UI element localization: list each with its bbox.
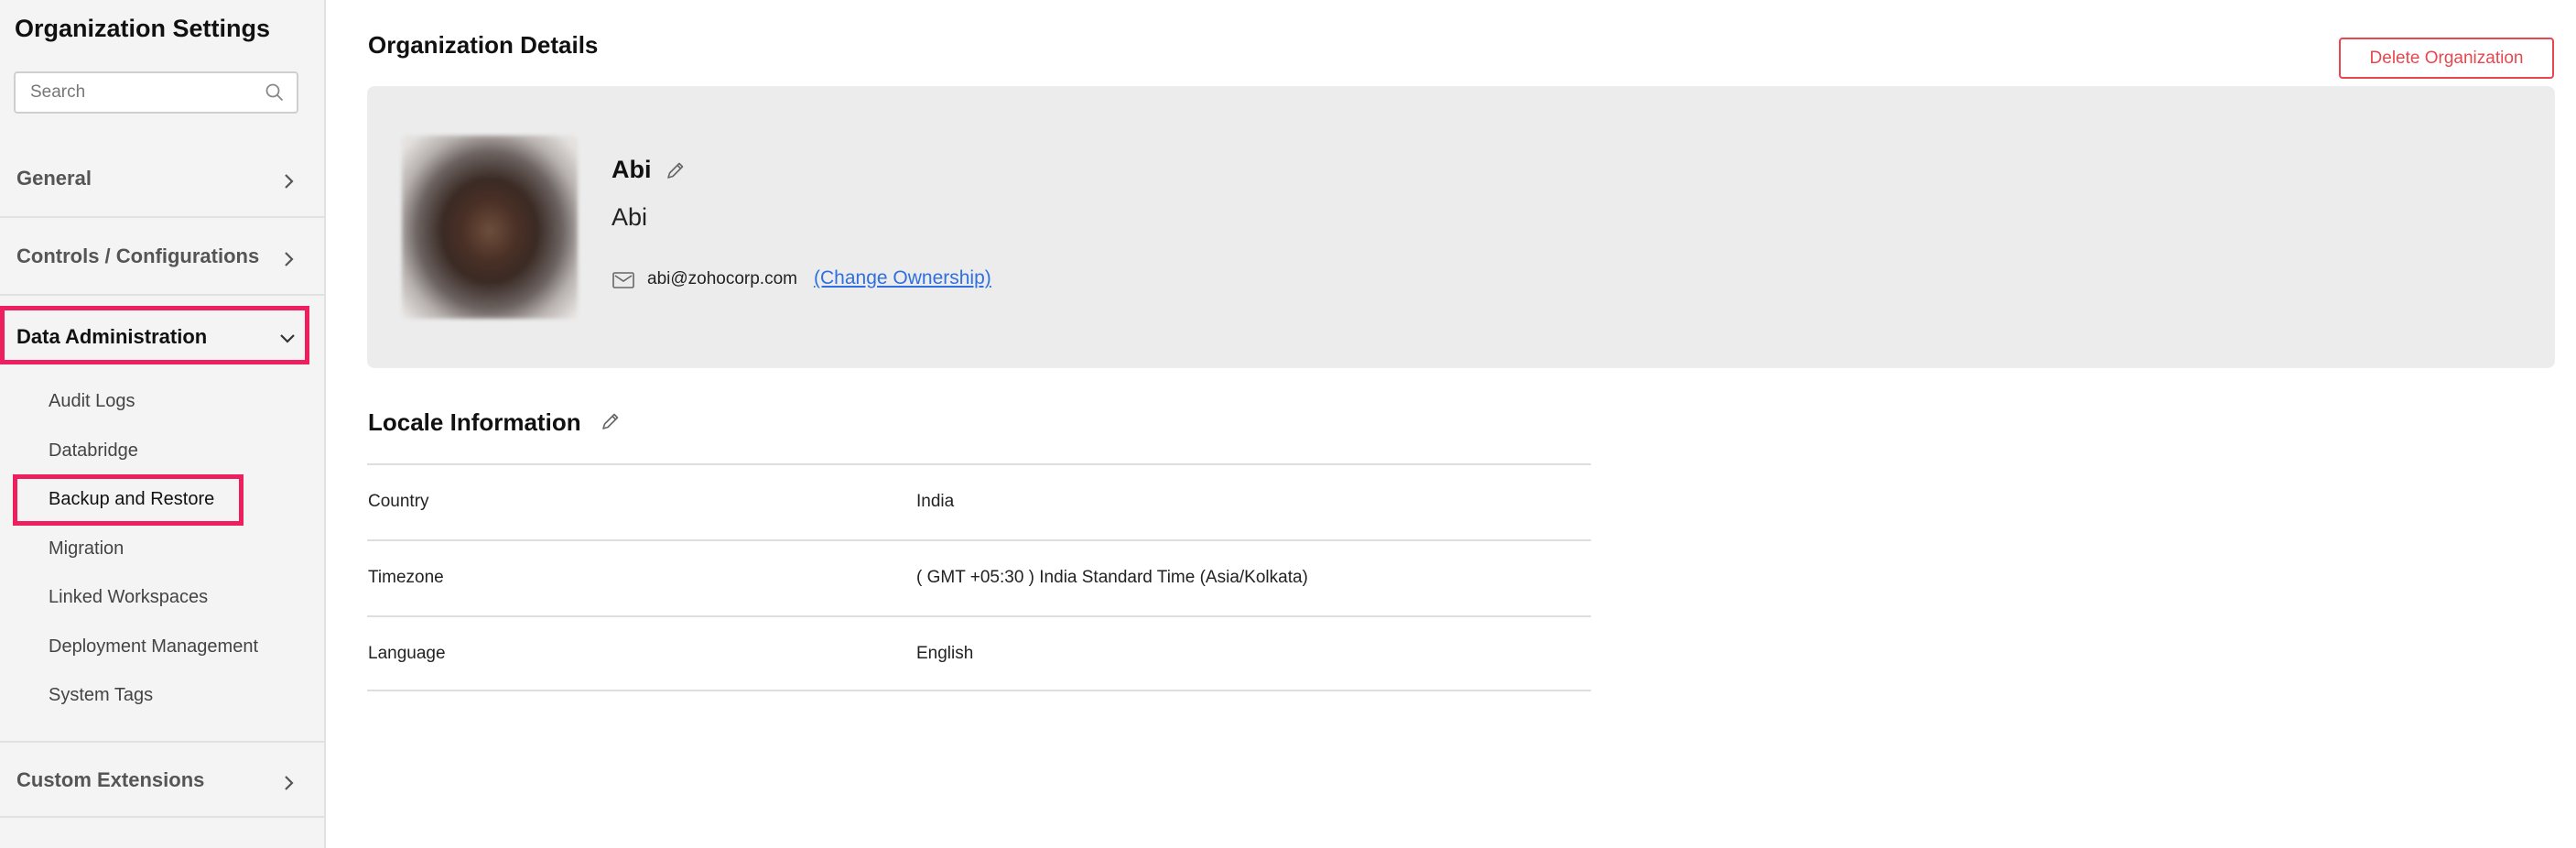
chevron-right-icon <box>285 776 294 790</box>
sidebar-section-data-administration[interactable]: Data Administration <box>0 306 309 364</box>
sidebar-section-label: Controls / Configurations <box>16 245 260 267</box>
sidebar-section-general[interactable]: General <box>0 141 324 218</box>
chevron-down-icon <box>280 334 295 343</box>
pencil-icon[interactable] <box>665 159 687 181</box>
sidebar-item-linked-workspaces[interactable]: Linked Workspaces <box>49 587 208 608</box>
sidebar-title: Organization Settings <box>15 15 271 42</box>
sidebar-section-label: Custom Extensions <box>16 768 205 791</box>
locale-section-title: Locale Information <box>368 408 581 436</box>
locale-row-language: Language English <box>367 615 1591 691</box>
locale-key: Country <box>368 492 429 511</box>
locale-value: ( GMT +05:30 ) India Standard Time (Asia… <box>916 568 1308 587</box>
page-title: Organization Details <box>368 31 599 59</box>
chevron-right-icon <box>285 252 294 266</box>
mail-icon <box>612 272 634 288</box>
organization-card: Abi Abi abi@zohocorp.com (Change Ownersh… <box>367 86 2555 368</box>
sidebar-item-migration[interactable]: Migration <box>49 538 124 560</box>
organization-name: Abi <box>612 203 648 231</box>
delete-organization-button[interactable]: Delete Organization <box>2339 38 2554 79</box>
pencil-icon[interactable] <box>600 410 622 432</box>
search-icon[interactable] <box>264 82 286 103</box>
change-ownership-link[interactable]: (Change Ownership) <box>814 267 991 289</box>
sidebar-item-databridge[interactable]: Databridge <box>49 440 138 462</box>
sidebar: Organization Settings General Controls /… <box>0 0 326 848</box>
sidebar-section-label: Data Administration <box>16 325 208 348</box>
search-input[interactable] <box>28 73 257 112</box>
sidebar-item-audit-logs[interactable]: Audit Logs <box>49 391 135 412</box>
sidebar-item-deployment-management[interactable]: Deployment Management <box>49 636 258 658</box>
search-box[interactable] <box>14 71 298 114</box>
locale-row-country: Country India <box>367 463 1591 539</box>
chevron-right-icon <box>285 174 294 189</box>
sidebar-item-system-tags[interactable]: System Tags <box>49 685 153 706</box>
locale-value: English <box>916 644 974 663</box>
sidebar-section-label: General <box>16 167 92 190</box>
locale-key: Timezone <box>368 568 444 587</box>
avatar[interactable] <box>402 136 578 319</box>
locale-row-timezone: Timezone ( GMT +05:30 ) India Standard T… <box>367 539 1591 615</box>
owner-email: abi@zohocorp.com <box>647 269 797 288</box>
sidebar-item-backup-and-restore[interactable]: Backup and Restore <box>49 489 214 510</box>
locale-value: India <box>916 492 955 511</box>
sidebar-section-custom-extensions[interactable]: Custom Extensions <box>0 741 324 818</box>
sidebar-section-controls[interactable]: Controls / Configurations <box>0 219 324 296</box>
organization-name-heading: Abi <box>612 156 652 183</box>
locale-key: Language <box>368 644 446 663</box>
locale-table: Country India Timezone ( GMT +05:30 ) In… <box>367 463 1591 691</box>
